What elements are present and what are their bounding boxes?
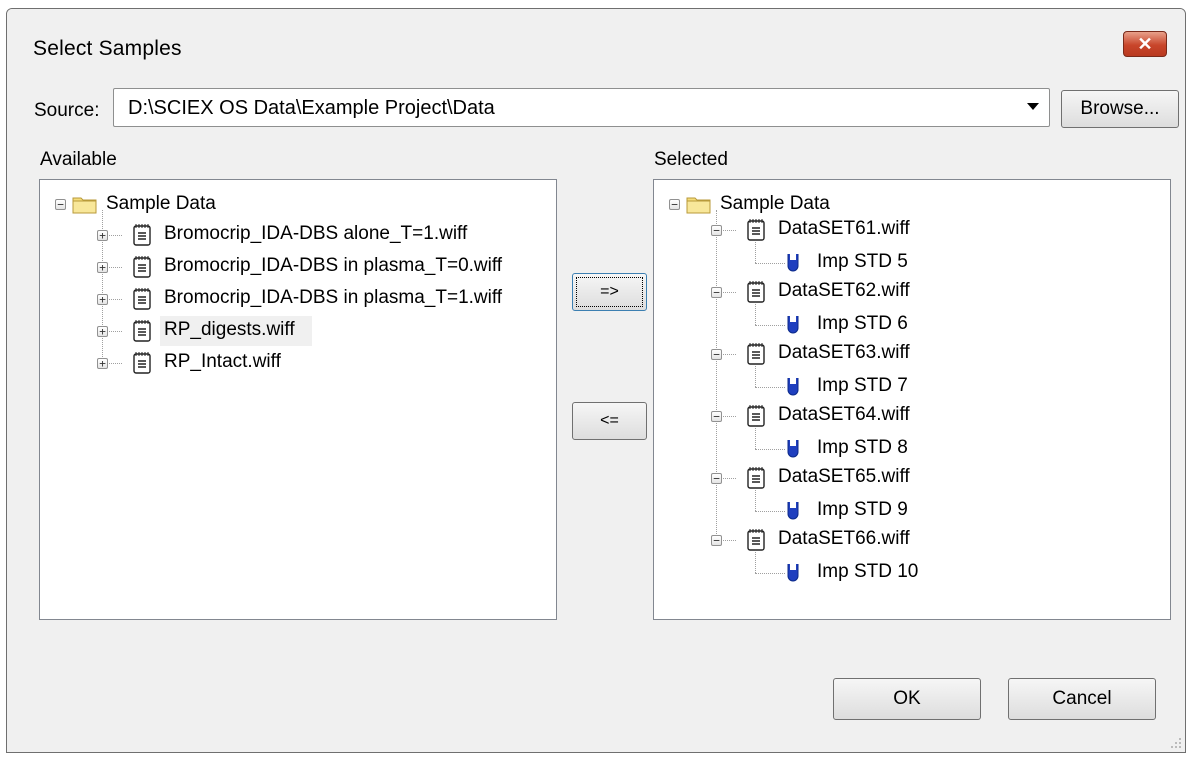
vial-icon: [787, 253, 799, 273]
wiff-file-icon: [133, 351, 151, 374]
tree-connector: [755, 366, 756, 387]
tree-connector: [755, 242, 756, 263]
tree-connector: [716, 210, 717, 540]
wiff-file-icon: [133, 223, 151, 246]
source-label: Source:: [34, 100, 100, 121]
tree-item-file[interactable]: Bromocrip_IDA-DBS alone_T=1.wiff: [164, 223, 467, 245]
tree-item-sample[interactable]: Imp STD 10: [817, 561, 918, 583]
title-bar[interactable]: Select Samples ✕: [7, 9, 1185, 79]
collapse-icon[interactable]: −: [711, 349, 722, 360]
close-icon: ✕: [1137, 33, 1153, 54]
wiff-file-icon: [133, 319, 151, 342]
tree-item-file[interactable]: DataSET62.wiff: [778, 280, 910, 302]
collapse-icon[interactable]: −: [711, 473, 722, 484]
cancel-button[interactable]: Cancel: [1008, 678, 1156, 720]
collapse-icon[interactable]: −: [711, 225, 722, 236]
available-label: Available: [40, 149, 117, 170]
available-tree[interactable]: − Sample Data + Bromocrip_IDA-DBS alone_T=1…: [39, 179, 557, 620]
expand-icon[interactable]: +: [97, 358, 108, 369]
wiff-file-icon: [747, 218, 765, 241]
tree-item-file[interactable]: DataSET65.wiff: [778, 466, 910, 488]
wiff-file-icon: [747, 280, 765, 303]
selected-label: Selected: [654, 149, 728, 170]
wiff-file-icon: [133, 287, 151, 310]
tree-connector: [755, 387, 785, 388]
tree-connector: [755, 511, 785, 512]
tree-item-file[interactable]: RP_Intact.wiff: [164, 351, 281, 373]
expand-icon[interactable]: +: [97, 262, 108, 273]
source-path: D:\SCIEX OS Data\Example Project\Data: [128, 97, 495, 119]
tree-connector: [755, 304, 756, 325]
wiff-file-icon: [133, 255, 151, 278]
tree-item-file[interactable]: Bromocrip_IDA-DBS in plasma_T=1.wiff: [164, 287, 502, 309]
remove-from-selected-button[interactable]: <=: [572, 402, 647, 440]
add-to-selected-button[interactable]: =>: [572, 273, 647, 311]
folder-icon: [686, 195, 712, 214]
expand-icon[interactable]: +: [97, 326, 108, 337]
close-button[interactable]: ✕: [1123, 31, 1167, 57]
tree-item-sample[interactable]: Imp STD 7: [817, 375, 908, 397]
tree-connector: [755, 263, 785, 264]
tree-item-sample[interactable]: Imp STD 9: [817, 499, 908, 521]
tree-root-label[interactable]: Sample Data: [106, 193, 216, 215]
folder-icon: [72, 195, 98, 214]
tree-root-label[interactable]: Sample Data: [720, 193, 830, 215]
tree-item-file[interactable]: RP_digests.wiff: [164, 319, 295, 341]
expand-icon[interactable]: +: [97, 230, 108, 241]
tree-connector: [755, 449, 785, 450]
resize-grip-icon[interactable]: [1168, 735, 1182, 749]
wiff-file-icon: [747, 404, 765, 427]
dialog-title: Select Samples: [33, 37, 182, 60]
collapse-icon[interactable]: −: [711, 287, 722, 298]
browse-button[interactable]: Browse...: [1061, 90, 1179, 128]
collapse-icon[interactable]: −: [55, 199, 66, 210]
vial-icon: [787, 377, 799, 397]
tree-item-sample[interactable]: Imp STD 8: [817, 437, 908, 459]
tree-item-file[interactable]: DataSET64.wiff: [778, 404, 910, 426]
tree-connector: [755, 573, 785, 574]
expand-icon[interactable]: +: [97, 294, 108, 305]
vial-icon: [787, 563, 799, 583]
selected-tree[interactable]: − Sample Data − DataSET61.wiff Imp STD 5 − Dat…: [653, 179, 1171, 620]
tree-item-sample[interactable]: Imp STD 6: [817, 313, 908, 335]
ok-button[interactable]: OK: [833, 678, 981, 720]
select-samples-dialog: Select Samples ✕ Source: D:\SCIEX OS Dat…: [6, 8, 1186, 753]
collapse-icon[interactable]: −: [711, 411, 722, 422]
tree-item-sample[interactable]: Imp STD 5: [817, 251, 908, 273]
wiff-file-icon: [747, 466, 765, 489]
vial-icon: [787, 315, 799, 335]
chevron-down-icon[interactable]: [1027, 103, 1039, 110]
collapse-icon[interactable]: −: [669, 199, 680, 210]
source-dropdown[interactable]: D:\SCIEX OS Data\Example Project\Data: [113, 88, 1050, 127]
tree-connector: [755, 325, 785, 326]
vial-icon: [787, 501, 799, 521]
tree-connector: [755, 490, 756, 511]
tree-item-file[interactable]: DataSET61.wiff: [778, 218, 910, 240]
tree-item-file[interactable]: DataSET66.wiff: [778, 528, 910, 550]
tree-connector: [755, 428, 756, 449]
vial-icon: [787, 439, 799, 459]
tree-item-file[interactable]: Bromocrip_IDA-DBS in plasma_T=0.wiff: [164, 255, 502, 277]
collapse-icon[interactable]: −: [711, 535, 722, 546]
tree-connector: [755, 552, 756, 573]
tree-item-file[interactable]: DataSET63.wiff: [778, 342, 910, 364]
wiff-file-icon: [747, 342, 765, 365]
wiff-file-icon: [747, 528, 765, 551]
